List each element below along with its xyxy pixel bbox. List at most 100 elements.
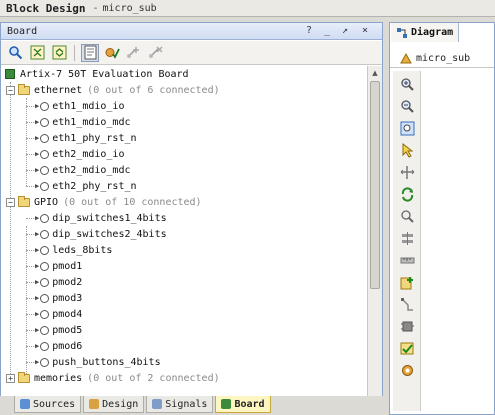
interface-icon xyxy=(40,133,50,143)
expand-arrow-icon[interactable]: ▶ xyxy=(35,310,39,318)
interface-item[interactable]: ▶ eth1_mdio_io xyxy=(26,98,124,114)
interface-item[interactable]: ▶ pmod3 xyxy=(26,290,82,306)
ruler-icon[interactable] xyxy=(398,251,416,269)
expand-arrow-icon[interactable]: ▶ xyxy=(35,166,39,174)
interface-icon xyxy=(40,293,50,303)
expand-arrow-icon[interactable]: ▶ xyxy=(35,342,39,350)
close-button[interactable]: × xyxy=(359,25,371,37)
interface-icon xyxy=(40,261,50,271)
expand-all-icon[interactable] xyxy=(50,44,68,62)
interface-label: eth2_phy_rst_n xyxy=(52,180,137,192)
interface-icon xyxy=(40,165,50,175)
board-chip-icon xyxy=(5,69,15,79)
hierarchy-icon xyxy=(400,53,412,64)
interface-label: dip_switches1_4bits xyxy=(52,212,167,224)
interface-item[interactable]: ▶ push_buttons_4bits xyxy=(26,354,161,370)
zoom-in-icon[interactable] xyxy=(398,75,416,93)
diagram-tab-label: Diagram xyxy=(411,27,454,38)
interface-icon xyxy=(40,181,50,191)
interface-item[interactable]: ▶ eth1_mdio_mdc xyxy=(26,114,131,130)
expand-arrow-icon[interactable]: ▶ xyxy=(35,278,39,286)
interface-icon xyxy=(40,245,50,255)
interface-item[interactable]: ▶ dip_switches1_4bits xyxy=(26,210,167,226)
tab-label: Design xyxy=(102,398,139,410)
expand-arrow-icon[interactable]: ▶ xyxy=(35,358,39,366)
interface-item[interactable]: ▶ eth1_phy_rst_n xyxy=(26,130,137,146)
tree-group-gpio[interactable]: − GPIO (0 out of 10 connected) xyxy=(6,194,202,210)
add-connection-icon[interactable] xyxy=(125,44,143,62)
tree-connector xyxy=(26,249,34,251)
tree-connector xyxy=(26,121,34,123)
interface-item[interactable]: ▶ pmod6 xyxy=(26,338,82,354)
interface-item[interactable]: ▶ eth2_phy_rst_n xyxy=(26,178,137,194)
interface-item[interactable]: ▶ pmod5 xyxy=(26,322,82,338)
expand-arrow-icon[interactable]: ▶ xyxy=(35,182,39,190)
float-button[interactable]: ↗ xyxy=(339,25,351,37)
tab-signals[interactable]: Signals xyxy=(146,396,214,413)
expand-arrow-icon[interactable]: ▶ xyxy=(35,214,39,222)
scroll-up-button[interactable]: ▲ xyxy=(368,66,382,80)
interface-item[interactable]: ▶ eth2_mdio_io xyxy=(26,146,124,162)
expand-arrow-icon[interactable]: ▶ xyxy=(35,326,39,334)
interface-icon xyxy=(40,117,50,127)
regenerate-layout-icon[interactable] xyxy=(398,185,416,203)
settings-icon[interactable] xyxy=(398,361,416,379)
help-button[interactable]: ? xyxy=(303,25,315,37)
expand-toggle[interactable]: + xyxy=(6,373,15,383)
interface-icon xyxy=(40,357,50,367)
search-icon[interactable] xyxy=(398,207,416,225)
interface-label: eth2_mdio_mdc xyxy=(52,164,131,176)
board-panel-title: Board xyxy=(7,25,38,37)
route-icon[interactable] xyxy=(398,295,416,313)
tree-connector xyxy=(26,137,34,139)
tab-sources[interactable]: Sources xyxy=(14,396,82,413)
diagram-design-label: micro_sub xyxy=(416,53,471,64)
expand-arrow-icon[interactable]: ▶ xyxy=(35,150,39,158)
expand-arrow-icon[interactable]: ▶ xyxy=(35,118,39,126)
fit-selection-icon[interactable] xyxy=(398,163,416,181)
toolbar-divider xyxy=(74,44,75,61)
search-icon[interactable] xyxy=(6,44,24,62)
collapse-toggle[interactable]: − xyxy=(6,197,15,207)
interface-item[interactable]: ▶ pmod2 xyxy=(26,274,82,290)
tree-group-ethernet[interactable]: − ethernet (0 out of 6 connected) xyxy=(6,82,220,98)
expand-arrow-icon[interactable]: ▶ xyxy=(35,230,39,238)
remove-connection-icon[interactable] xyxy=(147,44,165,62)
interface-item[interactable]: ▶ pmod4 xyxy=(26,306,82,322)
minimize-button[interactable]: _ xyxy=(321,25,333,37)
tree-group-memories[interactable]: + memories (0 out of 2 connected) xyxy=(6,370,220,386)
collapse-all-icon[interactable] xyxy=(28,44,46,62)
tab-design[interactable]: Design xyxy=(83,396,145,413)
tree-root-board[interactable]: Artix-7 50T Evaluation Board xyxy=(5,66,189,82)
expand-arrow-icon[interactable]: ▶ xyxy=(35,294,39,302)
zoom-out-icon[interactable] xyxy=(398,97,416,115)
scrollbar-thumb[interactable] xyxy=(370,81,380,289)
board-view-icon[interactable] xyxy=(81,43,99,62)
tree-connector xyxy=(26,329,34,331)
port-icon[interactable] xyxy=(398,317,416,335)
title-separator: - xyxy=(92,2,99,14)
zoom-fit-icon[interactable] xyxy=(398,119,416,137)
tab-label: Board xyxy=(234,398,265,410)
tab-board[interactable]: Board xyxy=(215,396,271,413)
select-icon[interactable] xyxy=(398,141,416,159)
board-icon xyxy=(221,399,232,409)
diagram-design-tab[interactable]: micro_sub xyxy=(390,50,494,68)
interface-label: eth2_mdio_io xyxy=(52,148,125,160)
auto-connect-icon[interactable] xyxy=(103,44,121,62)
interface-item[interactable]: ▶ dip_switches2_4bits xyxy=(26,226,167,242)
pin-icon[interactable] xyxy=(398,229,416,247)
validate-icon[interactable] xyxy=(398,339,416,357)
board-tree-scrollbar[interactable]: ▲ ▼ xyxy=(367,66,382,415)
collapse-toggle[interactable]: − xyxy=(6,85,15,95)
expand-arrow-icon[interactable]: ▶ xyxy=(35,262,39,270)
tree-connector xyxy=(26,265,34,267)
expand-arrow-icon[interactable]: ▶ xyxy=(35,102,39,110)
add-ip-icon[interactable] xyxy=(398,273,416,291)
interface-item[interactable]: ▶ pmod1 xyxy=(26,258,82,274)
interface-item[interactable]: ▶ leds_8bits xyxy=(26,242,112,258)
interface-item[interactable]: ▶ eth2_mdio_mdc xyxy=(26,162,131,178)
expand-arrow-icon[interactable]: ▶ xyxy=(35,134,39,142)
expand-arrow-icon[interactable]: ▶ xyxy=(35,246,39,254)
tab-diagram[interactable]: Diagram xyxy=(391,23,460,42)
